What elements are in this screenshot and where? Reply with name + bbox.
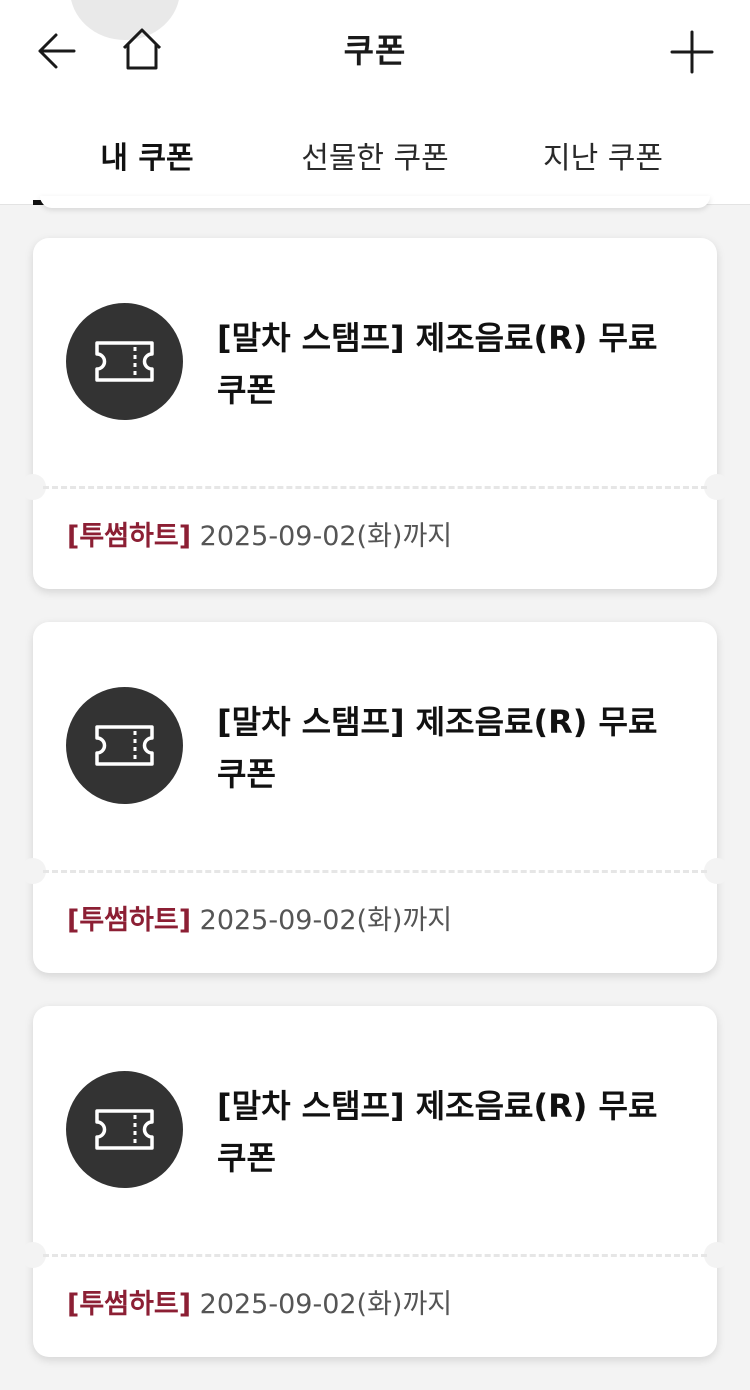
coupon-tabs: 내 쿠폰 선물한 쿠폰 지난 쿠폰 [33, 126, 717, 205]
coupon-icon-badge [66, 303, 183, 420]
app-header: 쿠폰 내 쿠폰 선물한 쿠폰 지난 쿠폰 [0, 0, 750, 205]
coupon-card[interactable]: [말차 스탬프] 제조음료(R) 무료 쿠폰 [투썸하트] 2025-09-02… [20, 622, 730, 973]
perforation-line [43, 870, 707, 873]
home-icon [122, 28, 162, 70]
home-button[interactable] [116, 24, 168, 76]
coupon-title: [말차 스탬프] 제조음료(R) 무료 쿠폰 [217, 703, 658, 793]
add-coupon-button[interactable] [664, 24, 720, 80]
plus-icon [670, 30, 714, 74]
coupon-icon-badge [66, 687, 183, 804]
tab-gifted-coupons[interactable]: 선물한 쿠폰 [261, 126, 489, 205]
coupon-footer: [투썸하트] 2025-09-02(화)까지 [67, 519, 452, 555]
coupon-brand: [투썸하트] [67, 1289, 192, 1320]
coupon-list: [말차 스탬프] 제조음료(R) 무료 쿠폰 [투썸하트] 2025-09-02… [20, 238, 730, 1390]
perforation-line [43, 1254, 707, 1257]
ticket-notch [704, 858, 730, 884]
coupon-card[interactable]: [말차 스탬프] 제조음료(R) 무료 쿠폰 [투썸하트] 2025-09-02… [20, 1006, 730, 1357]
coupon-footer: [투썸하트] 2025-09-02(화)까지 [67, 903, 452, 939]
coupon-expiry: 2025-09-02(화)까지 [199, 905, 453, 936]
perforation-line [43, 486, 707, 489]
scrolled-card-edge [40, 196, 710, 208]
arrow-left-icon [38, 33, 76, 69]
ticket-icon [95, 341, 154, 382]
tab-past-coupons[interactable]: 지난 쿠폰 [489, 126, 717, 205]
coupon-expiry: 2025-09-02(화)까지 [199, 1289, 453, 1320]
coupon-brand: [투썸하트] [67, 905, 192, 936]
ticket-notch [704, 1242, 730, 1268]
coupon-title: [말차 스탬프] 제조음료(R) 무료 쿠폰 [217, 1087, 658, 1177]
back-button[interactable] [30, 26, 84, 76]
coupon-title: [말차 스탬프] 제조음료(R) 무료 쿠폰 [217, 319, 658, 409]
page-title: 쿠폰 [343, 31, 407, 70]
coupon-footer: [투썸하트] 2025-09-02(화)까지 [67, 1287, 452, 1323]
ticket-icon [95, 1109, 154, 1150]
coupon-card[interactable]: [말차 스탬프] 제조음료(R) 무료 쿠폰 [투썸하트] 2025-09-02… [20, 238, 730, 589]
ticket-notch [704, 474, 730, 500]
coupon-brand: [투썸하트] [67, 521, 192, 552]
coupon-expiry: 2025-09-02(화)까지 [199, 521, 453, 552]
ticket-icon [95, 725, 154, 766]
tab-my-coupons[interactable]: 내 쿠폰 [33, 126, 261, 205]
coupon-icon-badge [66, 1071, 183, 1188]
